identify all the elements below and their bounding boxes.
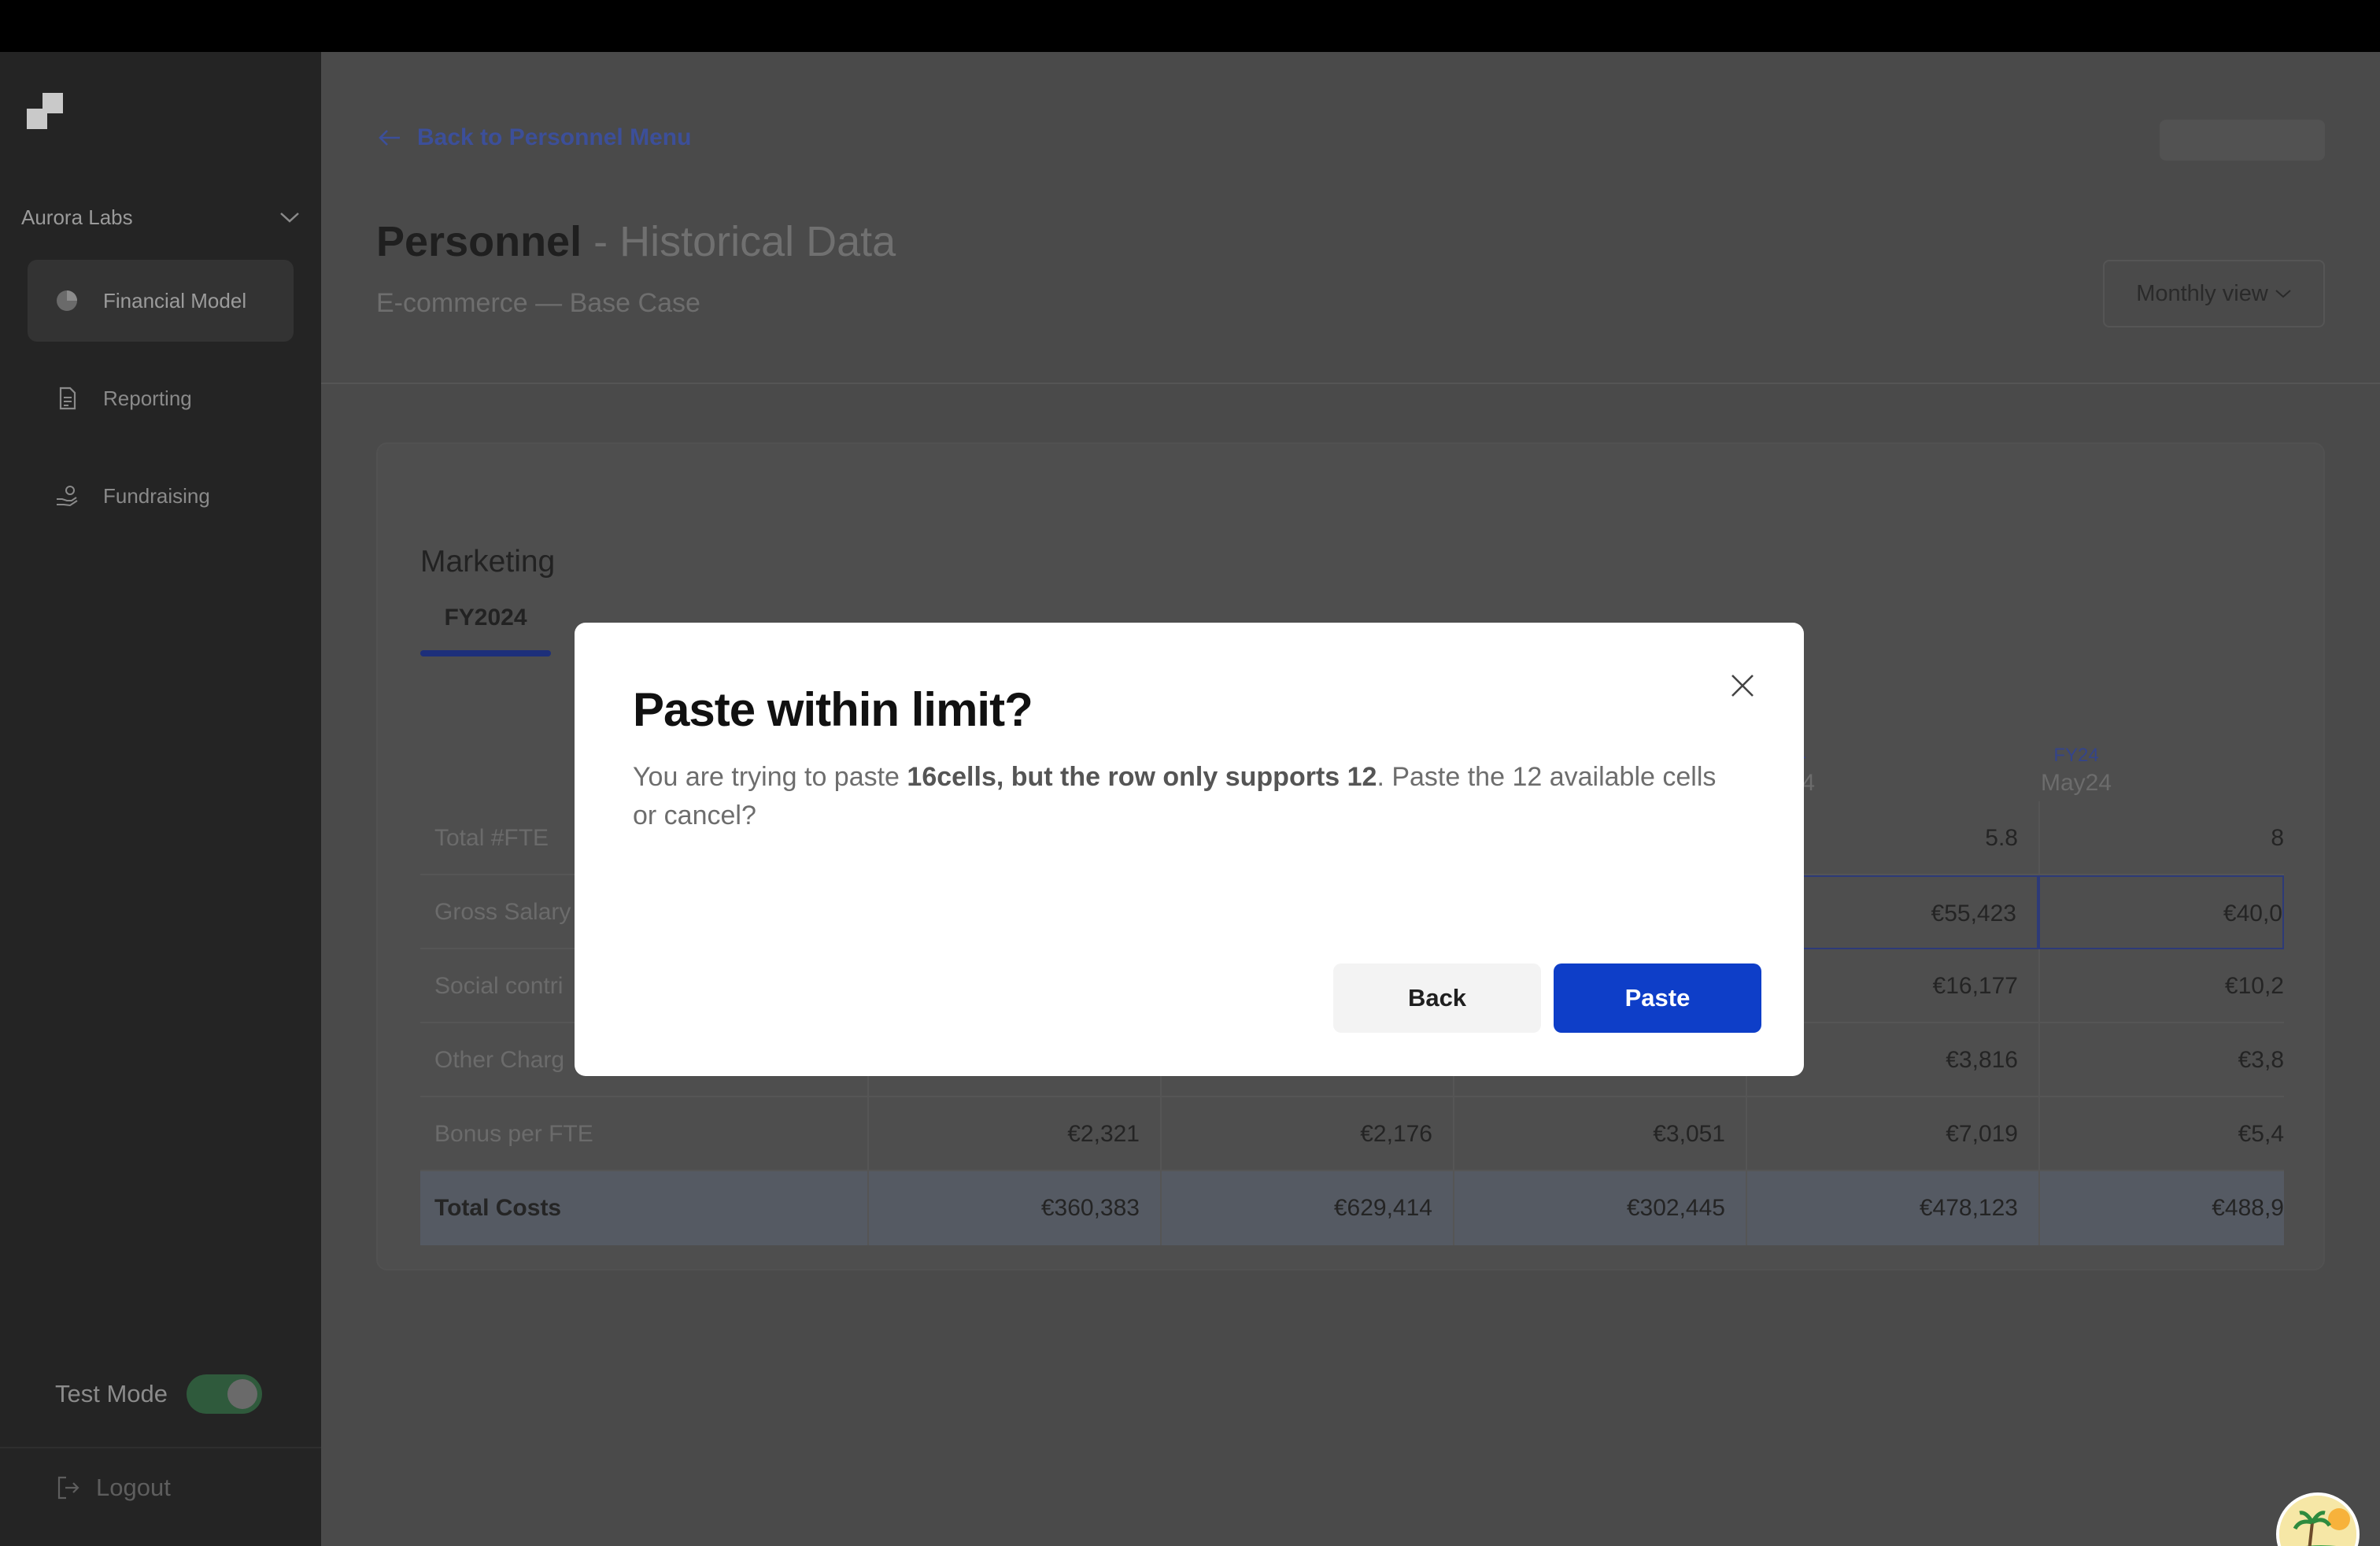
sidebar-divider: [0, 1447, 321, 1448]
row-label: Other Charg: [434, 1047, 565, 1073]
sidebar-item-label: Financial Model: [103, 288, 247, 313]
header-action-placeholder[interactable]: [2160, 120, 2325, 161]
table-cell[interactable]: €5,4: [2038, 1097, 2284, 1171]
table-cell[interactable]: €2,176: [1160, 1097, 1453, 1171]
table-cell[interactable]: €3,051: [1453, 1097, 1746, 1171]
test-mode-toggle[interactable]: [187, 1374, 263, 1414]
dialog-message-emphasis: 16cells, but the row only supports 12: [907, 762, 1377, 792]
scenario-label: E-commerce — Base Case: [376, 288, 700, 318]
card-title: Marketing: [420, 545, 556, 579]
row-label: Bonus per FTE: [434, 1121, 593, 1147]
header-divider: [321, 383, 2380, 384]
chevron-down-icon: [2275, 290, 2291, 298]
dialog-message-prefix: You are trying to paste: [633, 762, 907, 792]
workspace-switcher[interactable]: Aurora Labs: [21, 202, 300, 233]
row-label: Total Costs: [434, 1195, 562, 1221]
table-cell: €488,9: [2038, 1171, 2284, 1245]
chevron-down-icon: [280, 213, 299, 223]
hand-coins-icon: [57, 486, 78, 507]
view-select-value: Monthly view: [2136, 280, 2268, 306]
page-title: Personnel - Historical Data: [376, 217, 896, 266]
table-cell[interactable]: €7,019: [1746, 1097, 2038, 1171]
arrow-left-icon: [379, 130, 400, 146]
table-cell[interactable]: €2,321: [867, 1097, 1160, 1171]
table-row: Bonus per FTE €2,321 €2,176 €3,051 €7,01…: [420, 1097, 2284, 1171]
test-mode-label: Test Mode: [55, 1380, 168, 1407]
page-title-sub: - Historical Data: [593, 218, 896, 265]
sidebar-item-fundraising[interactable]: Fundraising: [28, 455, 294, 537]
table-row-total: Total Costs €360,383 €629,414 €302,445 €…: [420, 1171, 2284, 1245]
paste-button[interactable]: Paste: [1554, 963, 1761, 1033]
app-logo[interactable]: [27, 93, 63, 129]
column-fy: FY24: [2053, 745, 2099, 766]
pie-chart-icon: [57, 290, 77, 311]
document-icon: [59, 386, 76, 410]
column-header: FY24 May24: [2021, 745, 2131, 797]
table-cell: €478,123: [1746, 1171, 2038, 1245]
column-month: May24: [2040, 770, 2112, 796]
row-label: Total #FTE: [434, 825, 549, 851]
sidebar-item-financial-model[interactable]: Financial Model: [28, 260, 294, 342]
table-cell[interactable]: 8: [2038, 801, 2284, 875]
row-label: Social contri: [434, 973, 564, 999]
table-cell: €302,445: [1453, 1171, 1746, 1245]
app-frame: Aurora Labs Financial Model Reporting Fu…: [0, 52, 2380, 1546]
sidebar-item-reporting[interactable]: Reporting: [28, 357, 294, 439]
sidebar-item-label: Fundraising: [103, 483, 210, 508]
back-to-personnel-link[interactable]: Back to Personnel Menu: [376, 124, 691, 151]
logout-button[interactable]: Logout: [55, 1474, 171, 1502]
table-cell[interactable]: €10,2: [2038, 949, 2284, 1023]
dialog-title: Paste within limit?: [633, 683, 1033, 736]
workspace-name: Aurora Labs: [21, 205, 133, 229]
selected-table-cell[interactable]: €40,0: [2038, 875, 2284, 949]
logout-label: Logout: [96, 1474, 171, 1501]
logout-icon: [57, 1476, 79, 1500]
sidebar: Aurora Labs Financial Model Reporting Fu…: [0, 52, 321, 1546]
tab-fy2024[interactable]: FY2024: [420, 605, 551, 647]
back-label: Back to Personnel Menu: [417, 124, 692, 150]
table-cell: €629,414: [1160, 1171, 1453, 1245]
table-cell: €360,383: [867, 1171, 1160, 1245]
back-button[interactable]: Back: [1333, 963, 1541, 1033]
row-label: Gross Salary: [434, 899, 571, 925]
test-mode: Test Mode: [55, 1374, 263, 1414]
tab-underline: [420, 650, 551, 656]
close-button[interactable]: [1725, 668, 1760, 703]
close-icon: [1731, 675, 1754, 697]
table-cell[interactable]: €3,8: [2038, 1023, 2284, 1097]
dialog-message: You are trying to paste 16cells, but the…: [633, 758, 1719, 835]
view-select[interactable]: Monthly view: [2103, 260, 2325, 327]
paste-limit-dialog: Paste within limit? You are trying to pa…: [575, 623, 1804, 1076]
sidebar-item-label: Reporting: [103, 386, 192, 410]
page-title-main: Personnel: [376, 218, 582, 265]
